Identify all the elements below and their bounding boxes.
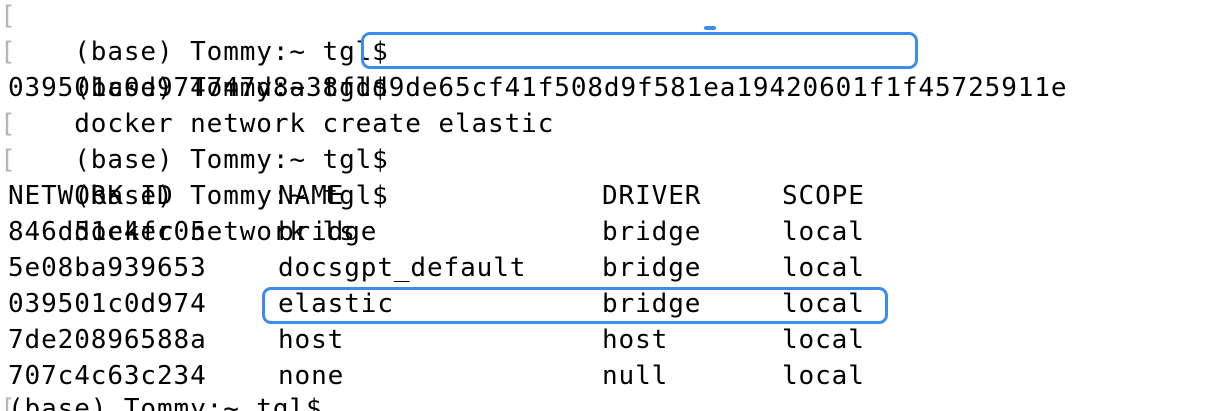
cell-network-id: 707c4c63c234 (8, 361, 207, 391)
line-bracket: [ (0, 145, 16, 175)
cell-network-id: 039501c0d974 (8, 289, 207, 319)
cell-name: none (278, 361, 345, 391)
cell-driver: host (602, 325, 669, 355)
cell-driver: null (602, 361, 669, 391)
cell-scope: local (782, 325, 865, 355)
header-scope: SCOPE (782, 181, 865, 211)
header-name: NAME (278, 181, 345, 211)
line-bracket: [ (0, 394, 16, 411)
prompt-line: (base) Tommy:~ tgl$ (8, 106, 389, 175)
line-bracket: [ (0, 1, 16, 31)
row-highlight-box (262, 287, 888, 324)
prompt-text: (base) Tommy:~ tgl$ (8, 394, 323, 411)
prompt-line: (base) Tommy:~ tgl$ (8, 0, 389, 67)
prompt-line: (base) Tommy:~ tgl$ docker network ls (8, 142, 389, 247)
line-bracket: [ (0, 37, 16, 67)
cell-network-id: 5e08ba939653 (8, 253, 207, 283)
cell-name: bridge (278, 217, 378, 247)
cell-driver: bridge (602, 253, 702, 283)
cell-scope: local (782, 217, 865, 247)
command-highlight-box (361, 32, 918, 69)
header-network-id: NETWORK ID (8, 181, 174, 211)
cell-network-id: 7de20896588a (8, 325, 207, 355)
line-bracket: [ (0, 109, 16, 139)
header-driver: DRIVER (602, 181, 702, 211)
command-output: 039501c0d974747d8a38fdd9de65cf41f508d9f5… (8, 73, 1068, 103)
partial-prompt-line: [ (base) Tommy:~ tgl$ (0, 391, 500, 411)
cursor-marker (704, 26, 716, 30)
cell-name: host (278, 325, 345, 355)
cell-name: docsgpt_default (278, 253, 527, 283)
cell-scope: local (782, 361, 865, 391)
cell-driver: bridge (602, 217, 702, 247)
terminal-window[interactable]: [ (base) Tommy:~ tgl$ [ (base) Tommy:~ t… (0, 0, 1214, 411)
cell-scope: local (782, 253, 865, 283)
cell-network-id: 846d51e4fc05 (8, 217, 207, 247)
